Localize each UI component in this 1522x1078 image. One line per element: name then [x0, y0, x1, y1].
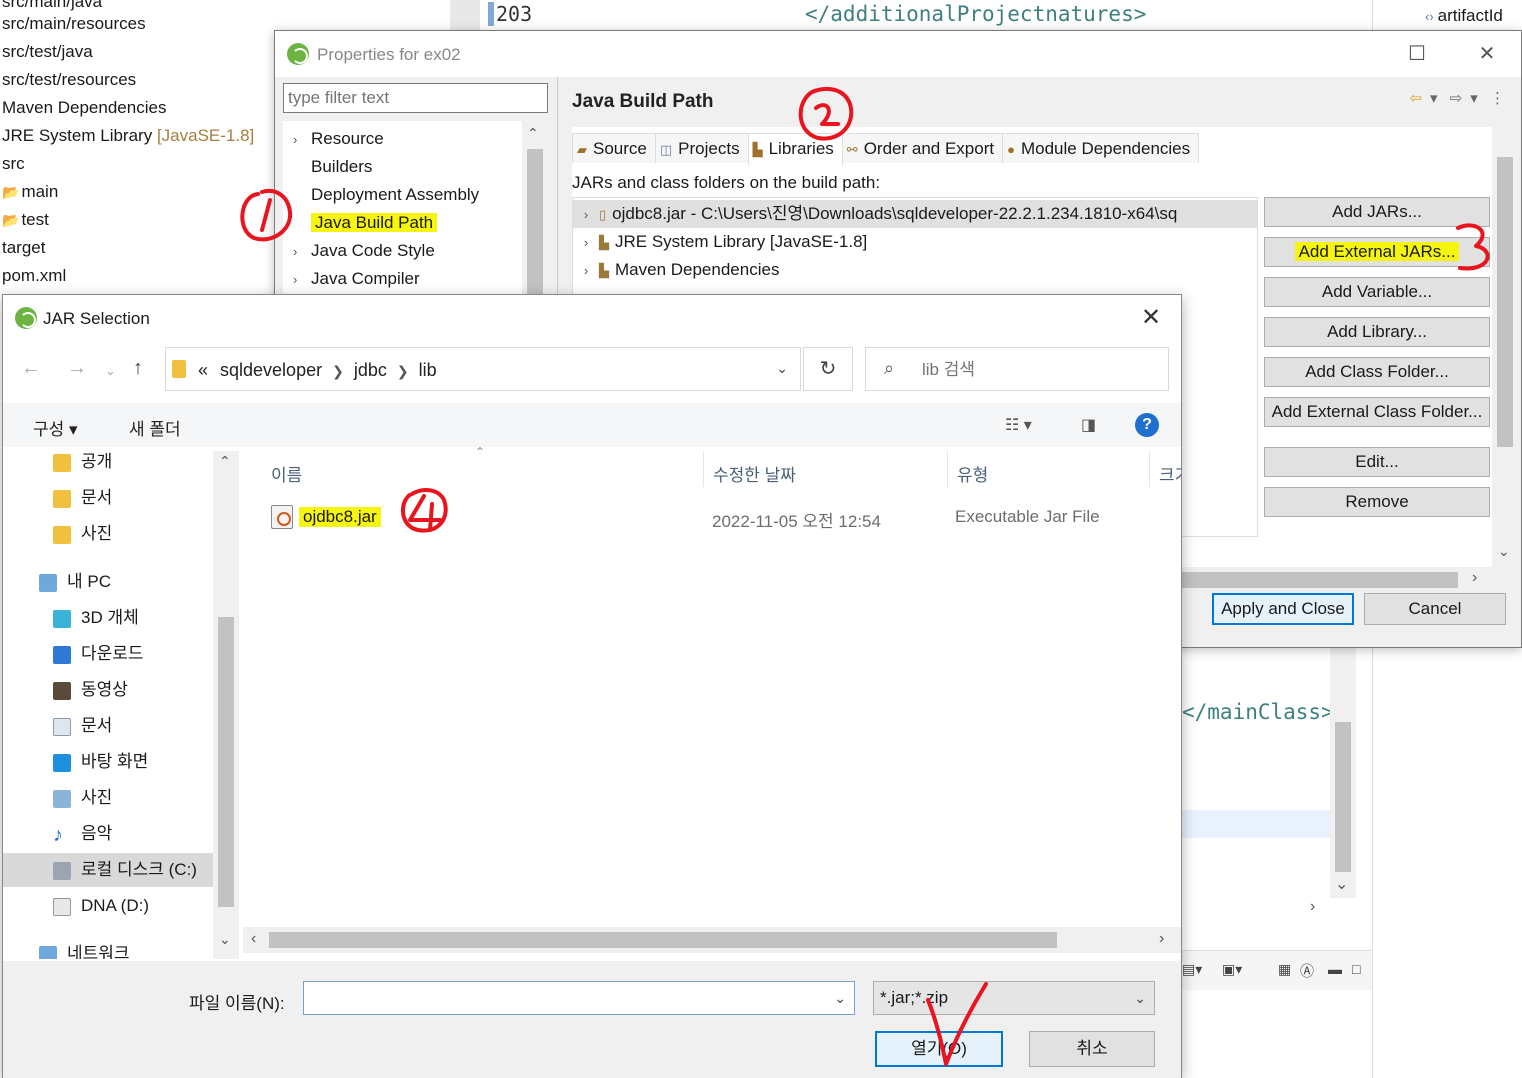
annotation-step-2-mark — [814, 103, 840, 126]
annotation-step-4-mark — [408, 494, 442, 532]
annotation-step-1-mark — [260, 198, 272, 232]
annotation-checkmark — [926, 982, 988, 1066]
step-annotations — [240, 86, 1490, 1066]
annotation-step-2 — [798, 86, 854, 141]
annotation-step-3 — [1456, 223, 1490, 271]
